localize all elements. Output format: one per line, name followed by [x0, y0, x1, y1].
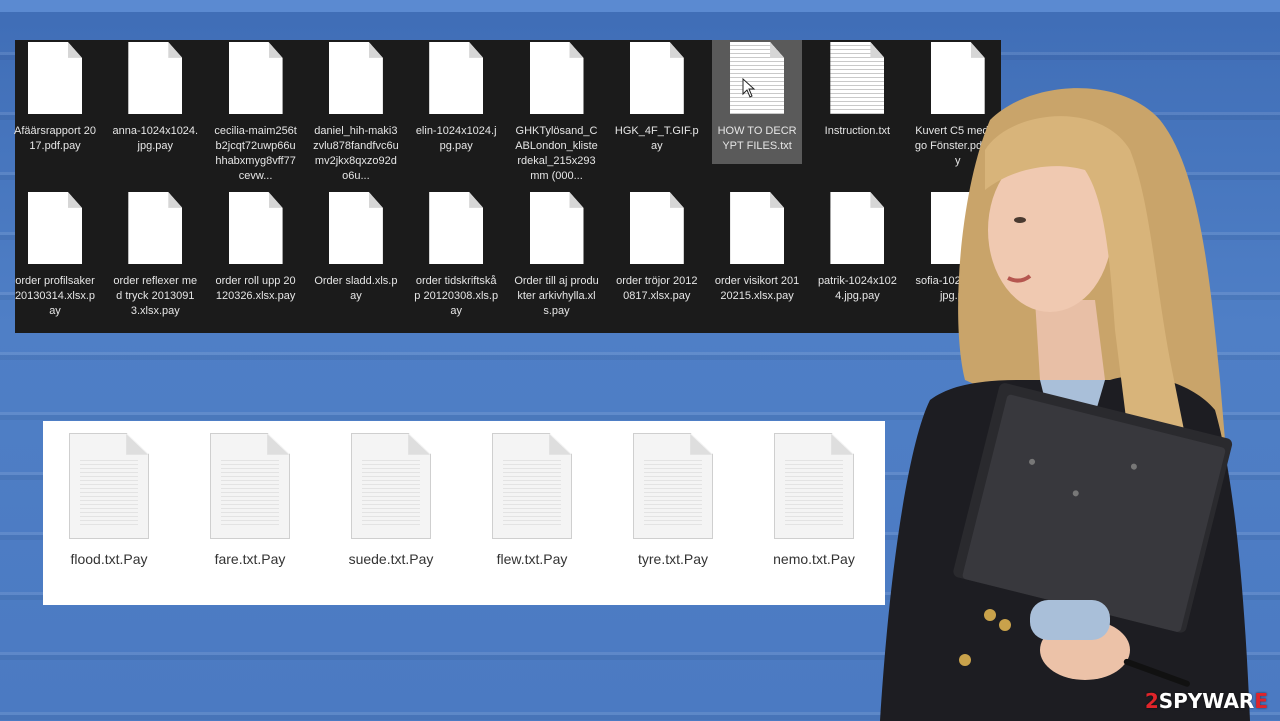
watermark-prefix: 2 [1144, 689, 1159, 713]
spyware-watermark-logo: 2SPYWARE [1145, 689, 1268, 713]
watermark-mark: E [1254, 689, 1268, 713]
blank-file-icon [629, 192, 684, 264]
explorer-file-name: HGK_4F_T.GIF.pay [614, 125, 699, 152]
encrypted-file-item[interactable]: nemo.txt.Pay [754, 433, 874, 567]
explorer-file-item[interactable]: order profilsaker 20130314.xlsx.pay [10, 190, 100, 319]
explorer-file-name: order roll upp 20120326.xlsx.pay [215, 275, 296, 302]
text-file-icon [351, 433, 431, 539]
background-top-band [0, 0, 1280, 12]
encrypted-file-item[interactable]: fare.txt.Pay [190, 433, 310, 567]
encrypted-files-panel: flood.txt.Pay fare.txt.Pay suede.txt.Pay fl… [43, 421, 885, 605]
blank-file-icon [730, 192, 785, 264]
blank-file-icon [128, 192, 183, 264]
text-file-icon [492, 433, 572, 539]
blank-file-icon [128, 42, 183, 114]
explorer-file-name: order tidskriftskåp 20120308.xls.pay [414, 275, 499, 317]
explorer-file-name: GHKTylösand_CABLondon_klisterdekal_215x2… [515, 125, 598, 182]
explorer-file-name: Order sladd.xls.pay [314, 275, 398, 302]
explorer-file-item[interactable]: order reflexer med tryck 20130913.xlsx.p… [110, 190, 200, 319]
explorer-file-item[interactable]: Afäärsrapport 2017.pdf.pay [10, 40, 100, 154]
encrypted-file-name: nemo.txt.Pay [773, 551, 855, 567]
explorer-file-item[interactable]: cecilia-maim256tb2jcqt72uwp66uhhabxmyg8v… [211, 40, 301, 184]
encrypted-file-name: fare.txt.Pay [214, 551, 286, 567]
encrypted-file-name: suede.txt.Pay [348, 551, 434, 567]
explorer-file-name: order visikort 20120215.xlsx.pay [714, 275, 800, 302]
explorer-file-item[interactable]: order tröjor 20120817.xlsx.pay [612, 190, 702, 304]
blank-file-icon [328, 192, 383, 264]
text-file-icon [774, 433, 854, 539]
text-file-icon [210, 433, 290, 539]
explorer-file-item[interactable]: order visikort 20120215.xlsx.pay [712, 190, 802, 304]
encrypted-file-name: flew.txt.Pay [496, 551, 568, 567]
blank-file-icon [228, 42, 283, 114]
explorer-file-item[interactable]: order tidskriftskåp 20120308.xls.pay [411, 190, 501, 319]
explorer-file-name: HOW TO DECRYPT FILES.txt [717, 125, 797, 152]
explorer-file-item[interactable]: daniel_hih-maki3zvlu878fandfvc6umv2jkx8q… [311, 40, 401, 184]
explorer-file-name: order tröjor 20120817.xlsx.pay [616, 275, 698, 302]
blank-file-icon [529, 42, 584, 114]
explorer-file-grid: Afäärsrapport 2017.pdf.pay anna-1024x1024… [14, 40, 1001, 333]
explorer-file-name: Order till aj produkter arkivhylla.xls.p… [514, 275, 599, 317]
explorer-file-item[interactable]: HOW TO DECRYPT FILES.txt [712, 40, 803, 164]
explorer-panel: Afäärsrapport 2017.pdf.pay anna-1024x1024… [14, 40, 1001, 333]
encrypted-file-item[interactable]: flood.txt.Pay [49, 433, 169, 567]
explorer-file-name: order profilsaker 20130314.xlsx.pay [14, 275, 96, 317]
explorer-file-name: anna-1024x1024.jpg.pay [112, 125, 199, 152]
encrypted-file-item[interactable]: tyre.txt.Pay [613, 433, 733, 567]
encrypted-file-item[interactable]: suede.txt.Pay [331, 433, 451, 567]
explorer-file-name: cecilia-maim256tb2jcqt72uwp66uhhabxmyg8v… [214, 125, 297, 182]
explorer-file-name: daniel_hih-maki3zvlu878fandfvc6umv2jkx8q… [313, 125, 399, 182]
blank-file-icon [429, 42, 484, 114]
encrypted-file-item[interactable]: flew.txt.Pay [472, 433, 592, 567]
blank-file-icon [228, 192, 283, 264]
blank-file-icon [328, 42, 383, 114]
explorer-file-item[interactable]: Order sladd.xls.pay [311, 190, 401, 304]
explorer-file-item[interactable]: order roll upp 20120326.xlsx.pay [211, 190, 301, 304]
blank-file-icon [629, 42, 684, 114]
explorer-file-item[interactable]: HGK_4F_T.GIF.pay [612, 40, 702, 154]
explorer-file-name: order reflexer med tryck 20130913.xlsx.p… [113, 275, 198, 317]
blank-file-icon [529, 192, 584, 264]
explorer-file-name: Afäärsrapport 2017.pdf.pay [14, 125, 96, 152]
text-file-icon [730, 42, 785, 114]
explorer-file-item[interactable]: Order till aj produkter arkivhylla.xls.p… [512, 190, 602, 319]
encrypted-file-name: flood.txt.Pay [70, 551, 148, 567]
text-file-icon [633, 433, 713, 539]
encrypted-file-name: tyre.txt.Pay [637, 551, 709, 567]
blank-file-icon [28, 42, 82, 114]
explorer-file-name: elin-1024x1024.jpg.pay [415, 125, 497, 152]
blank-file-icon [429, 192, 484, 264]
mouse-cursor-icon [742, 78, 756, 98]
explorer-file-item[interactable]: anna-1024x1024.jpg.pay [110, 40, 200, 154]
woman-holding-folder-illustration [880, 88, 1250, 721]
blank-file-icon [28, 192, 82, 264]
explorer-file-item[interactable]: elin-1024x1024.jpg.pay [411, 40, 501, 154]
watermark-suffix: SPYWAR [1158, 689, 1255, 713]
text-file-icon [69, 433, 149, 539]
explorer-file-item[interactable]: GHKTylösand_CABLondon_klisterdekal_215x2… [512, 40, 602, 184]
